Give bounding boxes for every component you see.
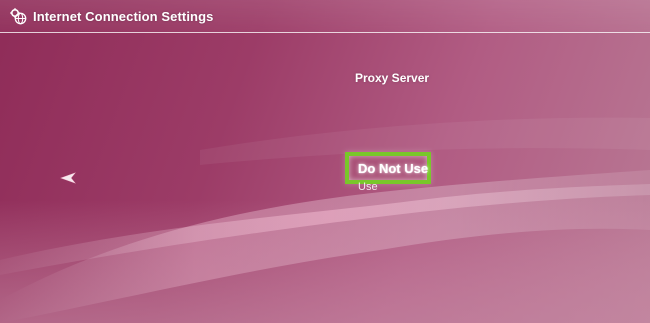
back-arrow-icon[interactable] (60, 171, 78, 185)
internet-settings-icon (10, 8, 27, 25)
page-title: Internet Connection Settings (33, 9, 214, 24)
option-do-not-use[interactable]: Do Not Use (345, 152, 431, 184)
header-bar: Internet Connection Settings (0, 0, 650, 33)
setting-label: Proxy Server (355, 71, 430, 85)
option-label: Do Not Use (358, 161, 429, 176)
option-use[interactable]: Use (358, 181, 378, 193)
background-waves (0, 117, 650, 323)
